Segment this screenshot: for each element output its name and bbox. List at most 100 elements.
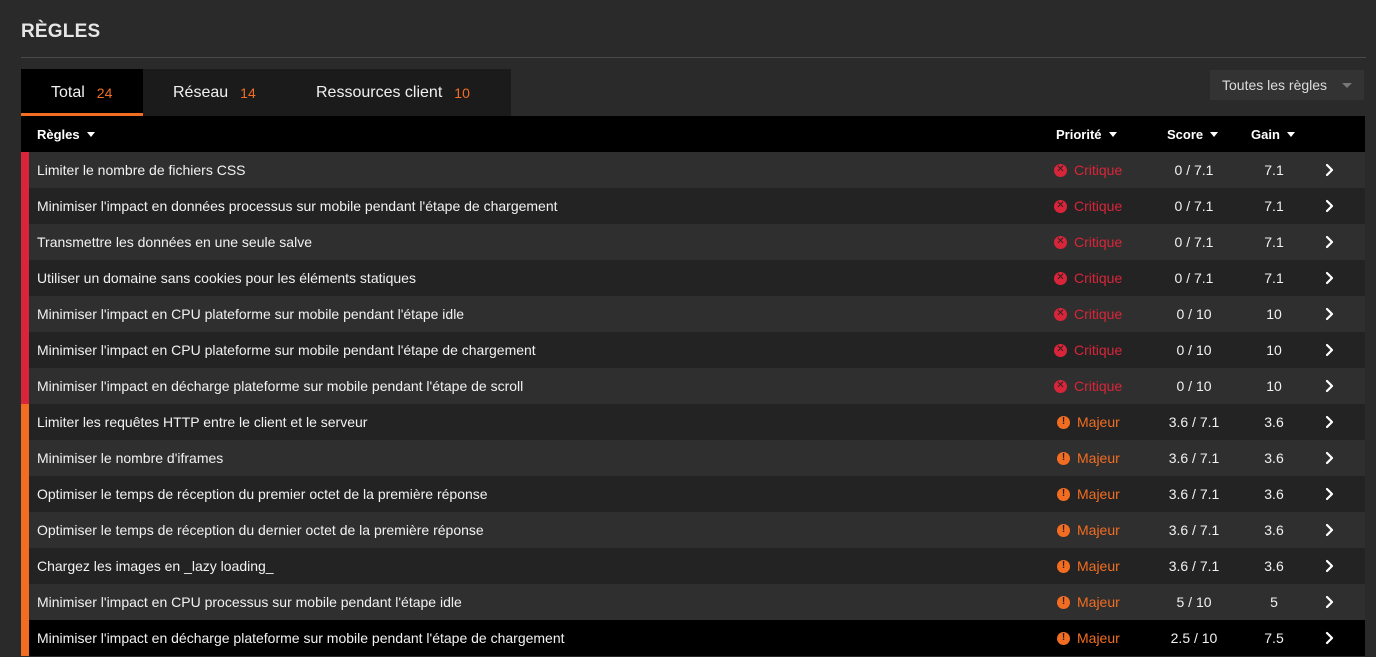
- score-value: 3.6 / 7.1: [1168, 558, 1220, 574]
- table-row[interactable]: Optimiser le temps de réception du derni…: [21, 512, 1365, 548]
- priority-indicator-bar: [21, 188, 29, 224]
- table-row[interactable]: Transmettre les données en une seule sal…: [21, 224, 1365, 260]
- table-row[interactable]: Optimiser le temps de réception du premi…: [21, 476, 1365, 512]
- table-row[interactable]: Minimiser l'impact en données processus …: [21, 188, 1365, 224]
- rule-tabs: Total 24 Réseau 14 Ressources client 10: [21, 69, 511, 116]
- chevron-right-icon[interactable]: [1324, 163, 1336, 177]
- chevron-right-icon[interactable]: [1324, 487, 1336, 501]
- tab-ressources-client-count: 10: [454, 84, 470, 101]
- priority-header-label: Priorité: [1056, 126, 1102, 142]
- critical-x-icon: ✕: [1054, 235, 1067, 249]
- table-row[interactable]: Utiliser un domaine sans cookies pour le…: [21, 260, 1365, 296]
- chevron-down-icon: [1342, 83, 1352, 88]
- priority-indicator-bar: [21, 512, 29, 548]
- priority-label: Majeur: [1077, 450, 1120, 466]
- table-row[interactable]: Limiter le nombre de fichiers CSS ✕ Critiq…: [21, 152, 1365, 188]
- priority-cell: ✕ Critique: [1054, 198, 1122, 214]
- priority-indicator-bar: [21, 224, 29, 260]
- chevron-right-icon[interactable]: [1324, 379, 1336, 393]
- rule-name: Minimiser l'impact en décharge plateform…: [37, 378, 524, 394]
- chevron-right-icon[interactable]: [1324, 523, 1336, 537]
- table-row[interactable]: Minimiser l'impact en décharge plateform…: [21, 620, 1365, 656]
- gain-value: 10: [1266, 378, 1282, 394]
- table-row[interactable]: Minimiser le nombre d'iframes! Majeur 3.6 …: [21, 440, 1365, 476]
- gain-value: 3.6: [1264, 414, 1284, 430]
- warning-exclamation-icon: !: [1057, 451, 1070, 465]
- priority-cell: ✕ Critique: [1054, 162, 1122, 178]
- tab-ressources-client[interactable]: Ressources client 10: [289, 69, 511, 116]
- rule-header-label: Règles: [37, 126, 80, 142]
- chevron-right-icon[interactable]: [1324, 271, 1336, 285]
- priority-label: Critique: [1074, 306, 1123, 322]
- table-row[interactable]: Limiter les requêtes HTTP entre le clien…: [21, 404, 1365, 440]
- chevron-right-icon[interactable]: [1324, 631, 1336, 645]
- sort-by-gain-header[interactable]: Gain: [1251, 116, 1295, 152]
- rule-name: Limiter le nombre de fichiers CSS: [37, 162, 246, 178]
- rule-name: Transmettre les données en une seule sal…: [37, 234, 312, 250]
- rule-name: Minimiser l'impact en décharge plateform…: [37, 630, 565, 646]
- sort-by-priority-header[interactable]: Priorité: [1056, 116, 1117, 152]
- priority-cell: ✕ Critique: [1054, 306, 1122, 322]
- sort-by-score-header[interactable]: Score: [1167, 116, 1219, 152]
- gain-value: 7.1: [1264, 234, 1284, 250]
- score-value: 2.5 / 10: [1170, 630, 1218, 646]
- rule-name: Optimiser le temps de réception du premi…: [37, 486, 488, 502]
- chevron-right-icon[interactable]: [1324, 559, 1336, 573]
- chevron-right-icon[interactable]: [1324, 415, 1336, 429]
- critical-x-icon: ✕: [1054, 343, 1067, 357]
- score-value: 3.6 / 7.1: [1168, 450, 1220, 466]
- tab-total-count: 24: [96, 84, 113, 101]
- tab-reseau[interactable]: Réseau 14: [143, 69, 289, 116]
- gain-value: 7.1: [1264, 270, 1284, 286]
- priority-indicator-bar: [21, 332, 29, 368]
- score-value: 3.6 / 7.1: [1168, 414, 1220, 430]
- chevron-right-icon[interactable]: [1324, 307, 1336, 321]
- gain-value: 3.6: [1264, 486, 1284, 502]
- score-value: 3.6 / 7.1: [1168, 522, 1220, 538]
- score-value: 0 / 10: [1176, 342, 1212, 358]
- chevron-right-icon[interactable]: [1324, 595, 1336, 609]
- table-row[interactable]: Minimiser l'impact en CPU plateforme sur…: [21, 296, 1365, 332]
- priority-indicator-bar: [21, 440, 29, 476]
- critical-x-icon: ✕: [1054, 379, 1067, 393]
- chevron-right-icon[interactable]: [1324, 199, 1336, 213]
- score-value: 5 / 10: [1176, 594, 1212, 610]
- rules-table: Règles Priorité Score Gain Limiter le no…: [21, 116, 1365, 656]
- rules-filter-select[interactable]: Toutes les règles: [1210, 70, 1364, 100]
- rule-name: Minimiser l'impact en CPU processus sur …: [37, 594, 462, 610]
- tab-total-label: Total: [51, 83, 85, 101]
- score-value: 0 / 7.1: [1174, 162, 1214, 178]
- page-title: RÈGLES: [21, 21, 101, 42]
- gain-value: 3.6: [1264, 558, 1284, 574]
- gain-value: 10: [1266, 342, 1282, 358]
- sort-caret-icon: [1286, 131, 1295, 137]
- chevron-right-icon[interactable]: [1324, 451, 1336, 465]
- priority-cell: ! Majeur: [1057, 594, 1120, 610]
- priority-indicator-bar: [21, 620, 29, 656]
- priority-label: Critique: [1074, 234, 1123, 250]
- title-divider: [21, 57, 1366, 58]
- priority-indicator-bar: [21, 260, 29, 296]
- sort-by-rule-header[interactable]: Règles: [37, 116, 95, 152]
- gain-value: 3.6: [1264, 522, 1284, 538]
- warning-exclamation-icon: !: [1057, 415, 1070, 429]
- table-row[interactable]: Minimiser l'impact en CPU processus sur …: [21, 584, 1365, 620]
- priority-cell: ✕ Critique: [1054, 342, 1122, 358]
- priority-indicator-bar: [21, 152, 29, 188]
- rule-name: Optimiser le temps de réception du derni…: [37, 522, 484, 538]
- rule-name: Utiliser un domaine sans cookies pour le…: [37, 270, 416, 286]
- priority-label: Majeur: [1077, 486, 1120, 502]
- table-row[interactable]: Minimiser l'impact en décharge plateform…: [21, 368, 1365, 404]
- table-row[interactable]: Chargez les images en _lazy loading_! Maj…: [21, 548, 1365, 584]
- chevron-right-icon[interactable]: [1324, 343, 1336, 357]
- tab-total[interactable]: Total 24: [21, 69, 143, 116]
- rule-name: Limiter les requêtes HTTP entre le clien…: [37, 414, 368, 430]
- table-row[interactable]: Minimiser l'impact en CPU plateforme sur…: [21, 332, 1365, 368]
- chevron-right-icon[interactable]: [1324, 235, 1336, 249]
- priority-indicator-bar: [21, 404, 29, 440]
- priority-label: Critique: [1074, 198, 1123, 214]
- priority-indicator-bar: [21, 368, 29, 404]
- critical-x-icon: ✕: [1054, 271, 1067, 285]
- priority-label: Majeur: [1077, 558, 1120, 574]
- rule-name: Chargez les images en _lazy loading_: [37, 558, 274, 574]
